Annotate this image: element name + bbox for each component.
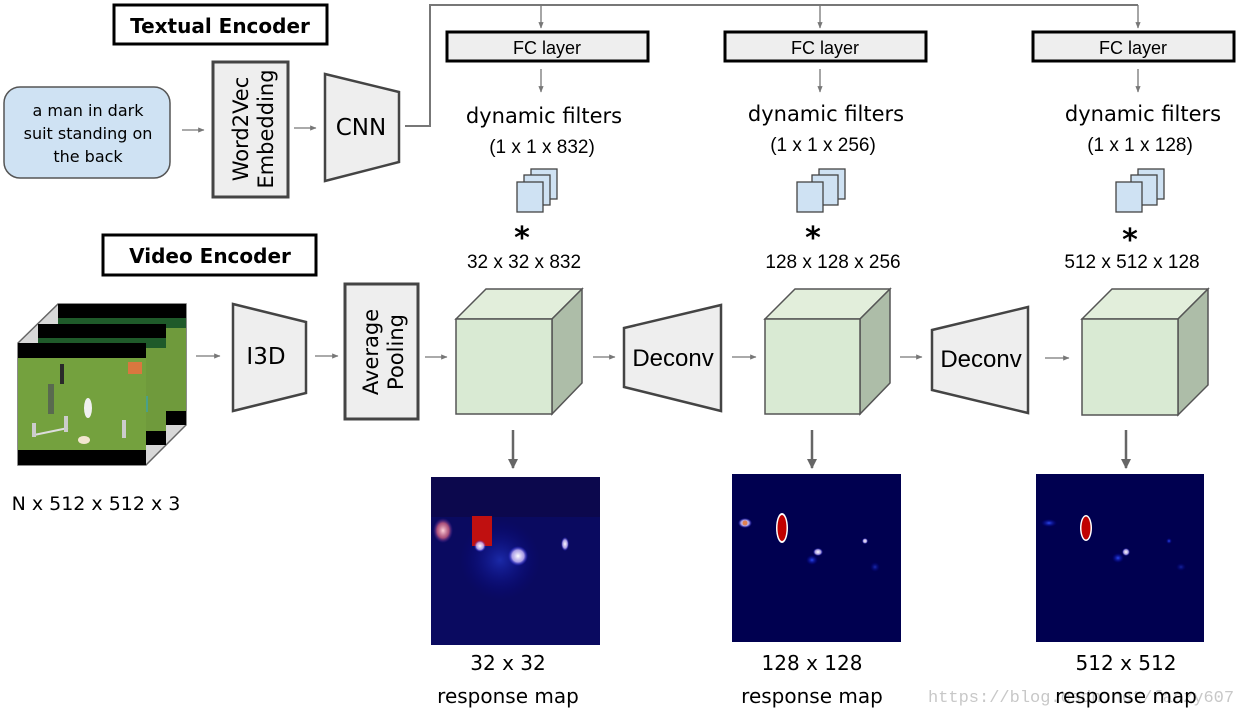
convolution-symbol-1: * [514, 221, 530, 256]
feature-dims-1: 32 x 32 x 832 [467, 252, 581, 273]
cnn-block: CNN [323, 72, 401, 183]
response-map-2 [732, 474, 901, 642]
convolution-symbol-2: * [805, 221, 821, 256]
query-line-1: a man in dark [33, 101, 145, 120]
deconv-block-2: Deconv [930, 305, 1030, 415]
video-input-dims: N x 512 x 512 x 3 [12, 493, 181, 515]
feature-dims-3: 512 x 512 x 128 [1064, 252, 1199, 273]
filters-dims-1: (1 x 1 x 832) [489, 137, 595, 158]
deconv-block-1: Deconv [622, 303, 723, 413]
filters-stack-icon-2 [796, 168, 846, 213]
fc-layer-label-3: FC layer [1099, 38, 1167, 58]
map-label-1: response map [437, 684, 579, 708]
stage-1: FC layer dynamic filters (1 x 1 x 832) *… [431, 30, 650, 708]
cnn-label: CNN [336, 115, 386, 141]
i3d-label: I3D [246, 344, 285, 370]
fc-layer-label-2: FC layer [791, 38, 859, 58]
video-encoder-title-box: Video Encoder [101, 233, 318, 277]
map-size-2: 128 x 128 [762, 651, 863, 675]
feature-cube-3 [1080, 287, 1210, 417]
map-size-1: 32 x 32 [470, 651, 545, 675]
feature-cube-2 [763, 287, 892, 416]
fc-layer-label-1: FC layer [513, 38, 581, 58]
pooling-label-1: Average [359, 309, 383, 395]
filters-dims-2: (1 x 1 x 256) [770, 135, 876, 156]
feature-dims-2: 128 x 128 x 256 [765, 252, 900, 273]
query-sentence-box: a man in dark suit standing on the back [3, 86, 171, 179]
video-encoder-title: Video Encoder [129, 244, 291, 268]
word2vec-embedding-block: Word2Vec Embedding [211, 60, 290, 199]
filters-stack-icon-1 [516, 168, 558, 213]
video-frame-front [18, 343, 146, 465]
i3d-block: I3D [231, 302, 308, 413]
feature-cube-1 [454, 287, 584, 416]
embedding-label-1: Word2Vec [229, 77, 253, 182]
filters-stack-icon-3 [1115, 168, 1165, 213]
diagram-canvas: Textual Encoder a man in dark suit stand… [3, 3, 1236, 708]
map-size-3: 512 x 512 [1076, 651, 1177, 675]
filters-dims-3: (1 x 1 x 128) [1087, 135, 1193, 156]
textual-encoder-title-box: Textual Encoder [112, 3, 329, 46]
query-line-3: the back [53, 147, 123, 166]
video-frames-stack [17, 303, 187, 466]
filters-title-1: dynamic filters [466, 104, 622, 128]
stage-2: FC layer dynamic filters (1 x 1 x 256) *… [723, 30, 928, 708]
map-label-3: response map [1055, 684, 1197, 708]
query-line-2: suit standing on [24, 124, 153, 143]
textual-encoder-title: Textual Encoder [130, 14, 310, 38]
deconv-label-1: Deconv [632, 345, 713, 372]
average-pooling-block: Average Pooling [343, 282, 420, 421]
filters-title-2: dynamic filters [748, 102, 904, 126]
response-map-1 [431, 477, 600, 645]
deconv-label-2: Deconv [940, 346, 1021, 373]
response-map-3 [1036, 474, 1204, 642]
map-label-2: response map [741, 684, 883, 708]
embedding-label-2: Embedding [254, 69, 278, 188]
filters-title-3: dynamic filters [1065, 102, 1221, 126]
pooling-label-2: Pooling [384, 314, 408, 390]
